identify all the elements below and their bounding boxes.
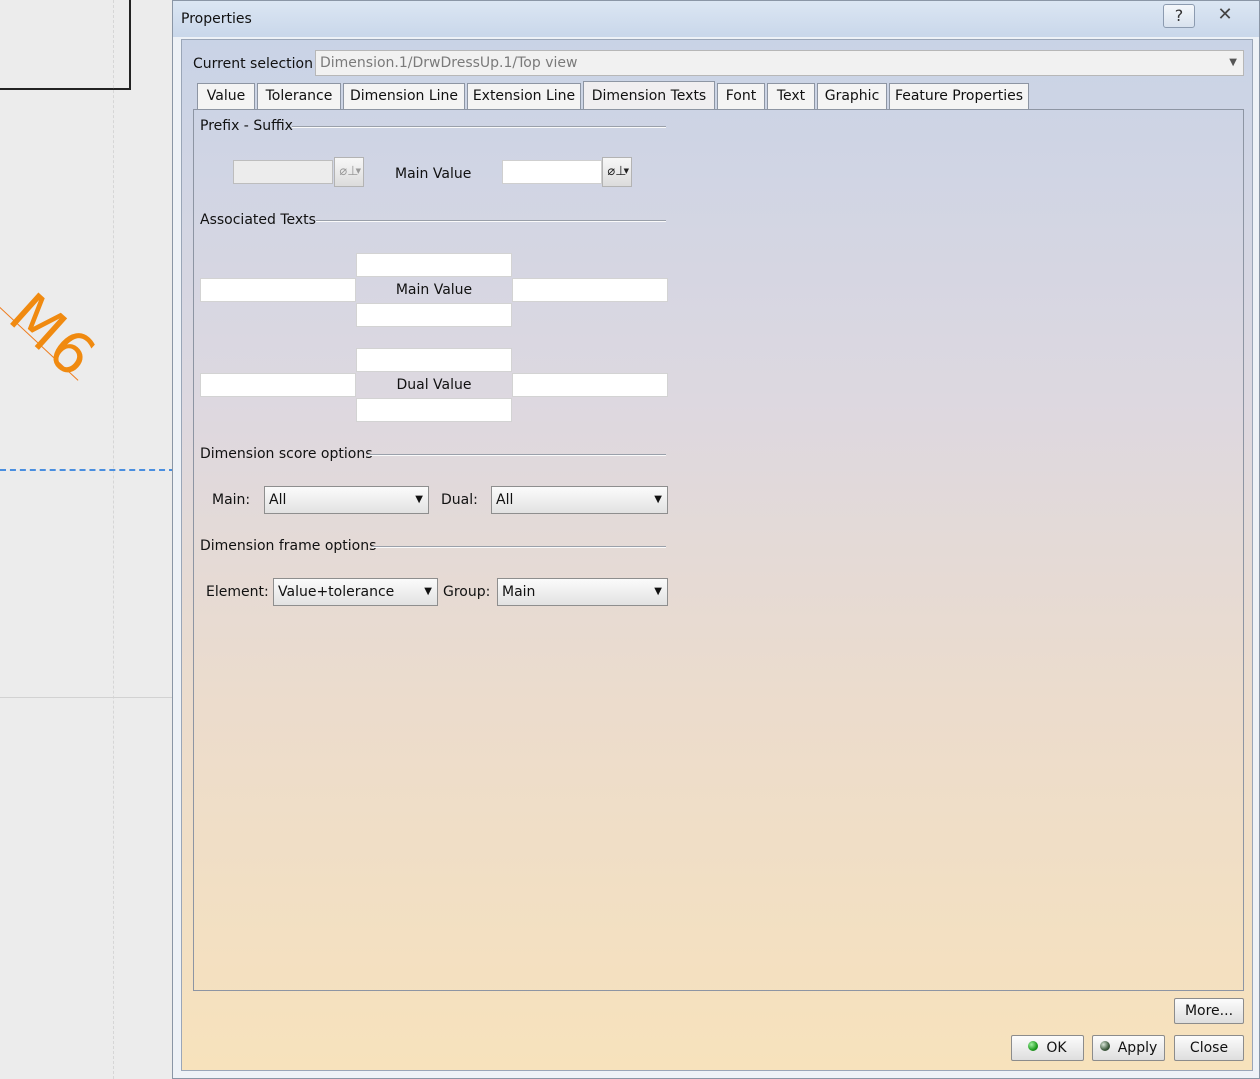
current-selection-value: Dimension.1/DrwDressUp.1/Top view — [320, 55, 578, 71]
main-lower-text-field[interactable] — [356, 303, 512, 327]
apply-label: Apply — [1117, 1040, 1158, 1056]
main-after-text-field[interactable] — [512, 278, 668, 302]
current-selection-label: Current selection : — [193, 56, 323, 72]
grid-line — [0, 697, 175, 698]
score-options-title: Dimension score options — [200, 446, 373, 462]
dual-value-center-label: Dual Value — [396, 377, 472, 393]
tab-extension-line[interactable]: Extension Line — [467, 83, 581, 109]
ok-led-icon — [1028, 1041, 1039, 1051]
apply-led-icon — [1099, 1041, 1110, 1051]
title-bar[interactable]: Properties ? ✕ — [173, 1, 1259, 37]
tab-value[interactable]: Value — [197, 83, 255, 109]
close-icon[interactable]: ✕ — [1203, 4, 1247, 26]
insert-symbol-icon[interactable]: ⌀⊥ ▼ — [602, 157, 632, 187]
frame-group-label: Group: — [443, 584, 491, 600]
chevron-down-icon: ▼ — [415, 494, 423, 505]
main-value-center-label: Main Value — [395, 282, 473, 298]
dual-before-text-field[interactable] — [200, 373, 356, 397]
question-icon[interactable]: ? — [1163, 4, 1195, 28]
suffix-field[interactable] — [502, 160, 602, 184]
separator — [372, 546, 666, 548]
score-dual-select[interactable]: All ▼ — [491, 486, 668, 514]
prefix-field[interactable] — [233, 160, 333, 184]
grid-line — [113, 0, 115, 1079]
frame-element-select[interactable]: Value+tolerance ▼ — [273, 578, 438, 606]
frame-group-value: Main — [502, 584, 536, 600]
chevron-down-icon: ▼ — [424, 586, 432, 597]
properties-dialog: Properties ? ✕ Current selection : Dimen… — [172, 0, 1260, 1079]
chevron-down-icon: ▼ — [654, 494, 662, 505]
tab-panel-dimension-texts: Prefix - Suffix ⌀⊥ ▼ Main Value ⌀⊥ ▼ Assoc… — [193, 109, 1244, 991]
dialog-client: Current selection : Dimension.1/DrwDress… — [181, 39, 1253, 1071]
frame-group-select[interactable]: Main ▼ — [497, 578, 668, 606]
ok-button[interactable]: OK — [1011, 1035, 1084, 1061]
main-before-text-field[interactable] — [200, 278, 356, 302]
close-button[interactable]: Close — [1174, 1035, 1244, 1061]
current-selection-combo[interactable]: Dimension.1/DrwDressUp.1/Top view ▼ — [315, 50, 1244, 76]
separator — [316, 220, 666, 222]
chevron-down-icon: ▼ — [654, 586, 662, 597]
tab-dimension-texts[interactable]: Dimension Texts — [583, 81, 715, 109]
frame-element-label: Element: — [206, 584, 269, 600]
main-upper-text-field[interactable] — [356, 253, 512, 277]
dual-after-text-field[interactable] — [512, 373, 668, 397]
prefix-suffix-title: Prefix - Suffix — [200, 118, 293, 134]
separator — [292, 126, 666, 128]
main-value-label: Main Value — [395, 166, 472, 182]
separator — [368, 454, 666, 456]
associated-texts-title: Associated Texts — [200, 212, 316, 228]
apply-button[interactable]: Apply — [1092, 1035, 1165, 1061]
score-main-value: All — [269, 492, 287, 508]
score-dual-value: All — [496, 492, 514, 508]
tab-font[interactable]: Font — [717, 83, 765, 109]
axis-dashed-line — [0, 469, 175, 471]
score-main-label: Main: — [212, 492, 251, 508]
tab-text[interactable]: Text — [767, 83, 815, 109]
chevron-down-icon: ▼ — [1229, 57, 1237, 68]
insert-symbol-icon[interactable]: ⌀⊥ ▼ — [334, 157, 364, 187]
score-main-select[interactable]: All ▼ — [264, 486, 429, 514]
dialog-title: Properties — [181, 11, 252, 27]
drawing-canvas[interactable]: M6 — [0, 0, 175, 1079]
tab-tolerance[interactable]: Tolerance — [257, 83, 341, 109]
score-dual-label: Dual: — [441, 492, 478, 508]
dual-lower-text-field[interactable] — [356, 398, 512, 422]
more-button[interactable]: More... — [1174, 998, 1244, 1024]
ok-label: OK — [1046, 1040, 1067, 1056]
frame-element-value: Value+tolerance — [278, 584, 395, 600]
thread-annotation[interactable]: M6 — [0, 280, 110, 391]
frame-options-title: Dimension frame options — [200, 538, 377, 554]
drawing-frame — [0, 0, 131, 90]
tab-graphic[interactable]: Graphic — [817, 83, 887, 109]
tab-feature-properties[interactable]: Feature Properties — [889, 83, 1029, 109]
tab-dimension-line[interactable]: Dimension Line — [343, 83, 465, 109]
dual-upper-text-field[interactable] — [356, 348, 512, 372]
